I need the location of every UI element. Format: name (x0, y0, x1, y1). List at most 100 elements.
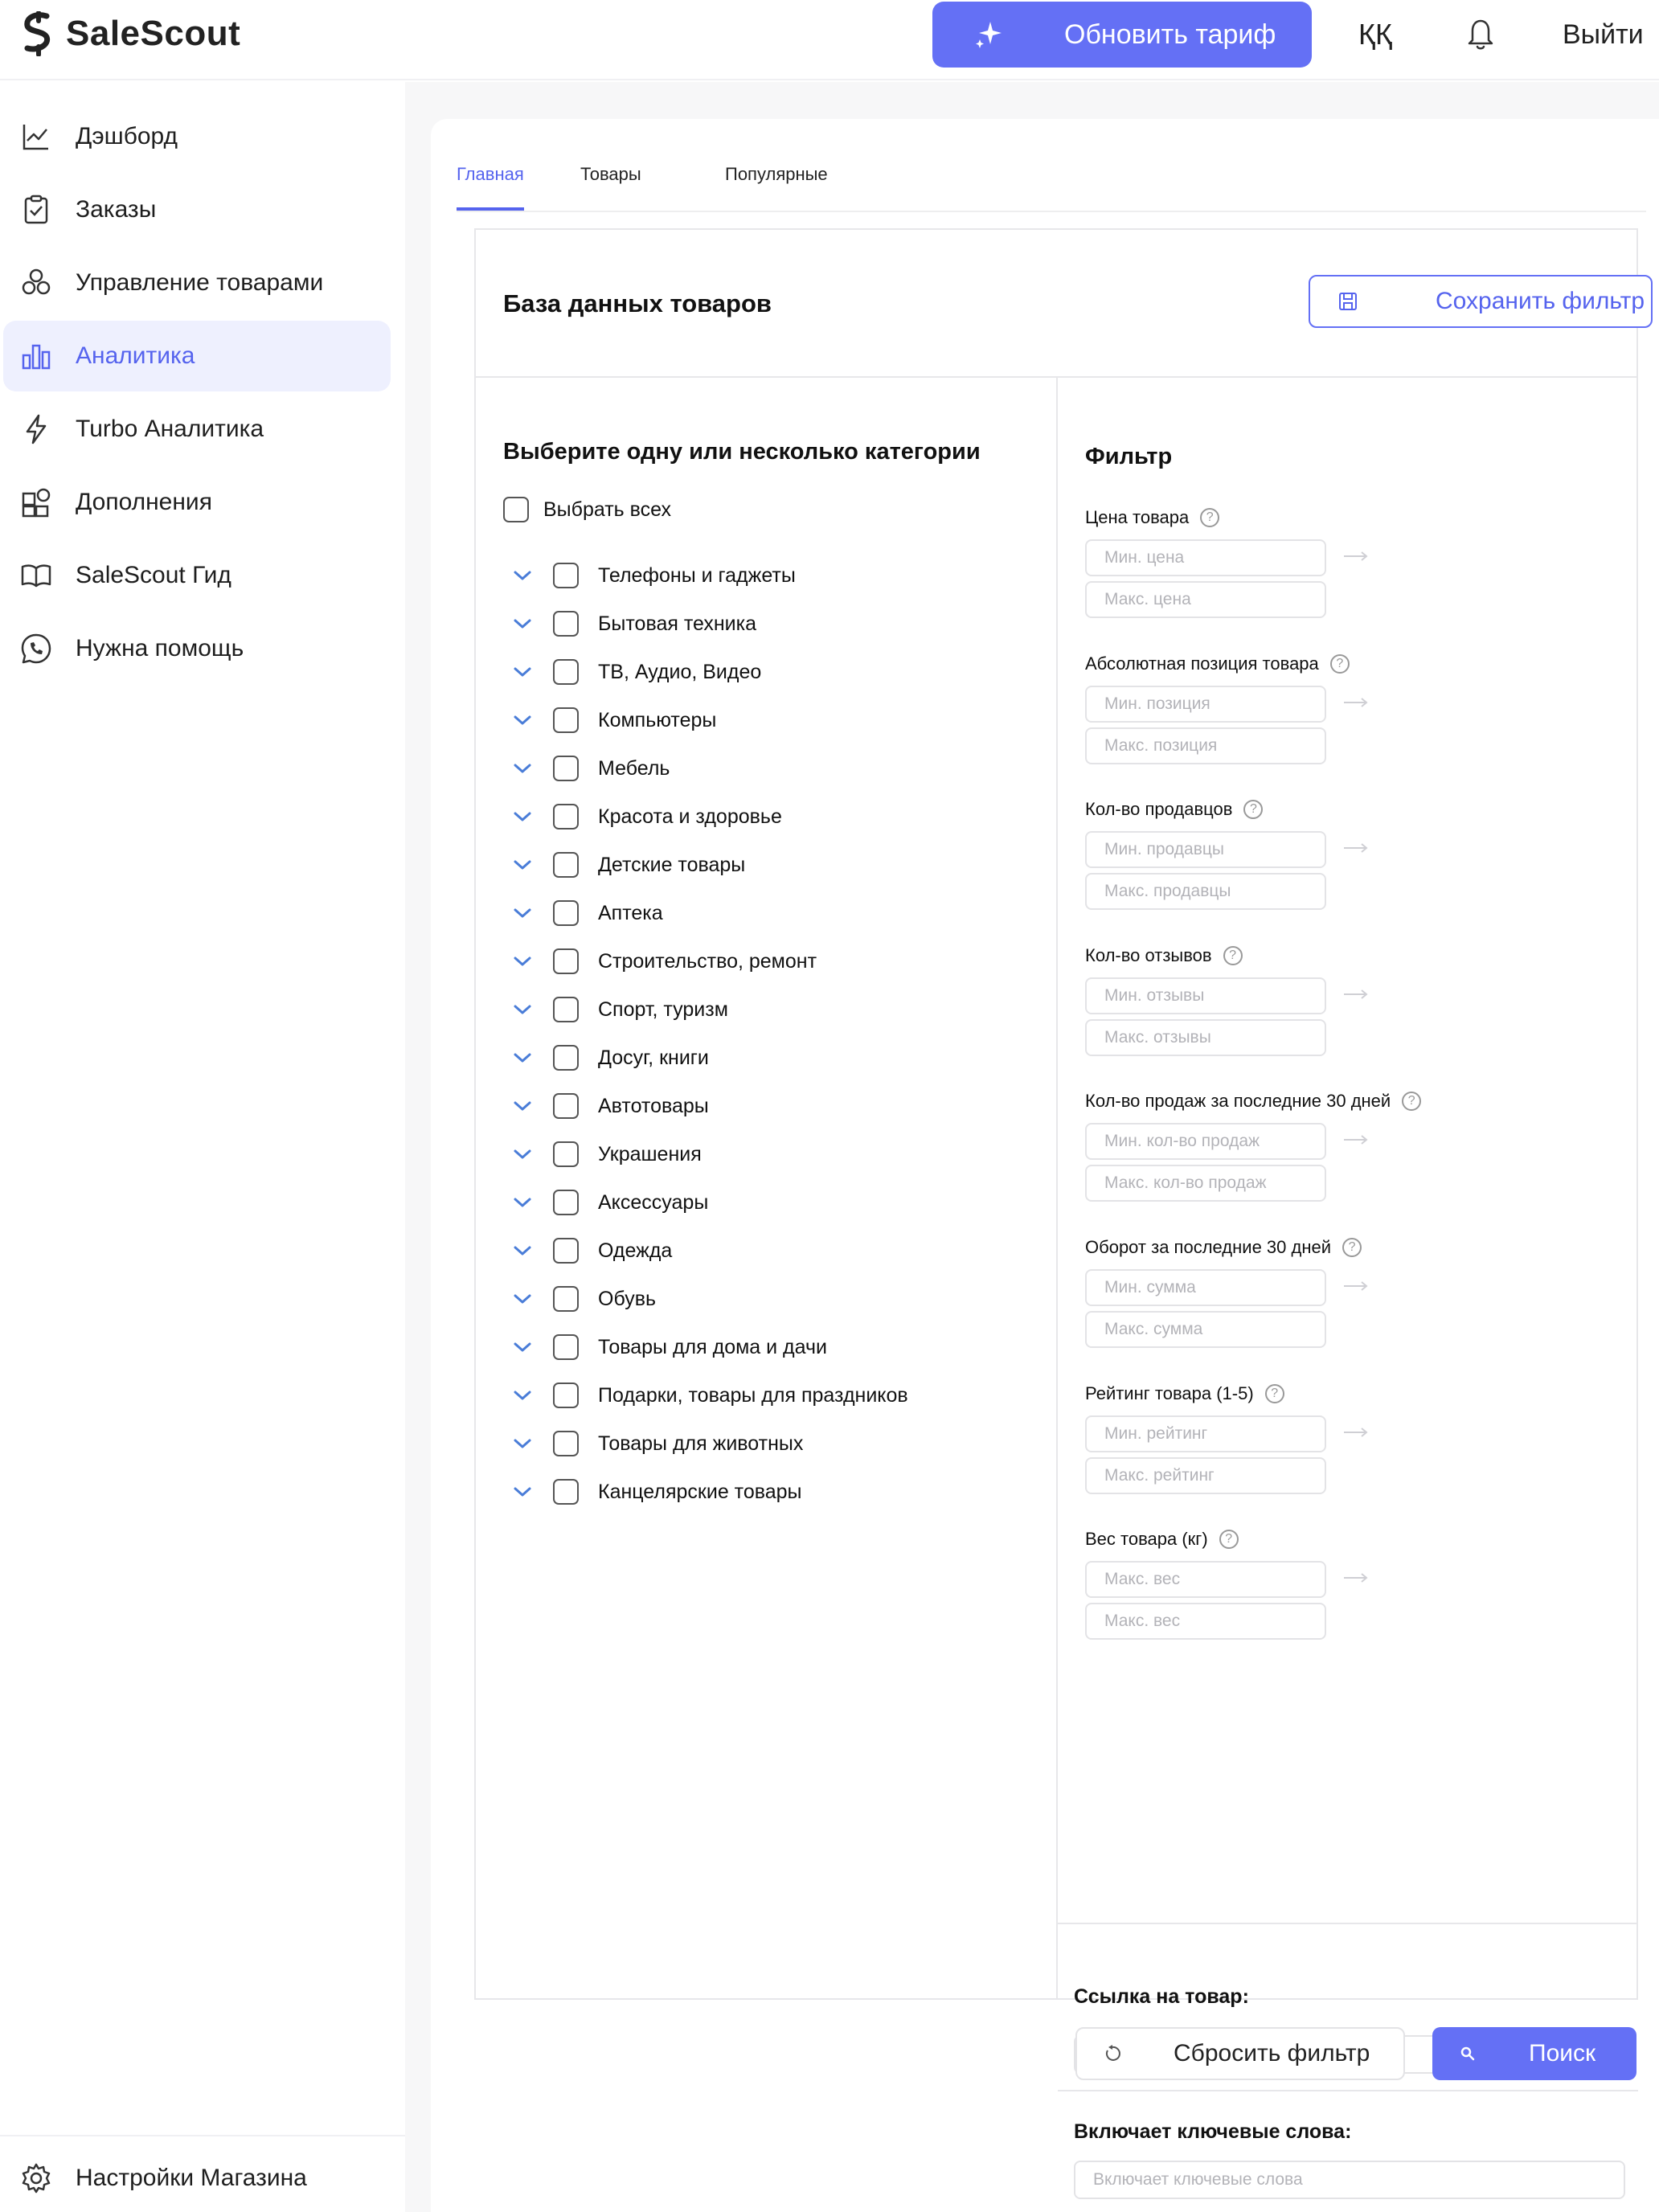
sidebar-item-addons[interactable]: Дополнения (3, 467, 391, 538)
category-item[interactable]: Досуг, книги (513, 1034, 908, 1082)
chevron-down-icon[interactable] (513, 1437, 532, 1450)
chevron-down-icon[interactable] (513, 1389, 532, 1402)
chevron-down-icon[interactable] (513, 714, 532, 727)
chevron-down-icon[interactable] (513, 1148, 532, 1161)
filter-min-input[interactable] (1085, 1561, 1326, 1599)
checkbox[interactable] (553, 756, 579, 781)
checkbox[interactable] (553, 1190, 579, 1215)
filter-max-input[interactable] (1085, 873, 1326, 911)
help-icon[interactable]: ? (1219, 1530, 1239, 1550)
chevron-down-icon[interactable] (513, 1485, 532, 1498)
filter-min-input[interactable] (1085, 1269, 1326, 1306)
help-icon[interactable]: ? (1264, 1383, 1284, 1403)
category-item[interactable]: Аптека (513, 889, 908, 937)
category-item[interactable]: Красота и здоровье (513, 793, 908, 841)
checkbox[interactable] (553, 997, 579, 1022)
category-item[interactable]: Товары для дома и дачи (513, 1323, 908, 1371)
app-logo[interactable]: SaleScout (19, 10, 240, 58)
filter-min-input[interactable] (1085, 685, 1326, 723)
sidebar-item-analytics[interactable]: Аналитика (3, 321, 391, 391)
checkbox[interactable] (553, 1382, 579, 1408)
bell-icon[interactable] (1464, 16, 1497, 51)
help-icon[interactable]: ? (1200, 508, 1220, 527)
chevron-down-icon[interactable] (513, 1292, 532, 1305)
sidebar-item-dashboard[interactable]: Дэшборд (3, 101, 391, 172)
filter-max-input[interactable] (1085, 1165, 1326, 1202)
checkbox[interactable] (503, 497, 529, 522)
chevron-down-icon[interactable] (513, 955, 532, 968)
chevron-down-icon[interactable] (513, 858, 532, 871)
chevron-down-icon[interactable] (513, 762, 532, 775)
reset-filter-button[interactable]: Сбросить фильтр (1075, 2027, 1405, 2080)
sidebar-item-product-management[interactable]: Управление товарами (3, 248, 391, 318)
checkbox[interactable] (553, 611, 579, 637)
help-icon[interactable]: ? (1402, 1092, 1422, 1112)
tab-main[interactable]: Главная (457, 164, 524, 211)
sidebar-item-turbo-analytics[interactable]: Turbo Аналитика (3, 394, 391, 465)
checkbox[interactable] (553, 1479, 579, 1505)
checkbox[interactable] (553, 1045, 579, 1071)
filter-max-input[interactable] (1085, 1018, 1326, 1056)
filter-max-input[interactable] (1085, 1311, 1326, 1348)
chevron-down-icon[interactable] (513, 1003, 532, 1016)
category-item[interactable]: Телефоны и гаджеты (513, 551, 908, 600)
chevron-down-icon[interactable] (513, 569, 532, 582)
filter-max-input[interactable] (1085, 1456, 1326, 1494)
chevron-down-icon[interactable] (513, 810, 532, 823)
category-item[interactable]: Строительство, ремонт (513, 937, 908, 985)
category-item[interactable]: Спорт, туризм (513, 985, 908, 1034)
checkbox[interactable] (553, 1334, 579, 1360)
checkbox[interactable] (553, 948, 579, 974)
filter-max-input[interactable] (1085, 727, 1326, 764)
help-icon[interactable]: ? (1329, 653, 1350, 674)
filter-min-input[interactable] (1085, 1123, 1326, 1161)
sidebar-item-help[interactable]: Нужна помощь (3, 613, 391, 684)
category-item[interactable]: Одежда (513, 1227, 908, 1275)
sidebar-item-guide[interactable]: SaleScout Гид (3, 540, 391, 611)
keywords-input[interactable] (1074, 2161, 1625, 2199)
category-item[interactable]: Мебель (513, 744, 908, 793)
logout-button[interactable]: Выйти (1563, 19, 1644, 51)
sidebar-item-orders[interactable]: Заказы (3, 174, 391, 245)
checkbox[interactable] (553, 563, 579, 588)
category-item[interactable]: Товары для животных (513, 1419, 908, 1468)
chevron-down-icon[interactable] (513, 1196, 532, 1209)
category-item[interactable]: Украшения (513, 1130, 908, 1178)
category-item[interactable]: Обувь (513, 1275, 908, 1323)
checkbox[interactable] (553, 659, 579, 685)
filter-max-input[interactable] (1085, 581, 1326, 618)
chevron-down-icon[interactable] (513, 1244, 532, 1257)
category-item[interactable]: Подарки, товары для праздников (513, 1371, 908, 1419)
checkbox[interactable] (553, 1141, 579, 1167)
sidebar-item-store-settings[interactable]: Настройки Магазина (3, 2143, 391, 2212)
help-icon[interactable]: ? (1342, 1238, 1362, 1257)
checkbox[interactable] (553, 1431, 579, 1456)
checkbox[interactable] (553, 1238, 579, 1264)
chevron-down-icon[interactable] (513, 1100, 532, 1112)
help-icon[interactable]: ? (1223, 945, 1243, 965)
category-item[interactable]: Бытовая техника (513, 600, 908, 648)
tab-products[interactable]: Товары (580, 164, 641, 211)
chevron-down-icon[interactable] (513, 1051, 532, 1064)
checkbox[interactable] (553, 852, 579, 878)
filter-min-input[interactable] (1085, 831, 1326, 869)
filter-max-input[interactable] (1085, 1603, 1326, 1641)
select-all-checkbox[interactable]: Выбрать всех (503, 497, 671, 522)
category-item[interactable]: Канцелярские товары (513, 1468, 908, 1516)
filter-min-input[interactable] (1085, 977, 1326, 1014)
save-filter-button[interactable]: Сохранить фильтр (1309, 275, 1653, 328)
search-button[interactable]: Поиск (1432, 2027, 1636, 2080)
category-item[interactable]: Автотовары (513, 1082, 908, 1130)
checkbox[interactable] (553, 900, 579, 926)
checkbox[interactable] (553, 804, 579, 830)
language-switch-button[interactable]: ҚҚ (1358, 18, 1392, 51)
checkbox[interactable] (553, 707, 579, 733)
category-item[interactable]: Аксессуары (513, 1178, 908, 1227)
checkbox[interactable] (553, 1093, 579, 1119)
category-item[interactable]: Компьютеры (513, 696, 908, 744)
filter-min-input[interactable] (1085, 539, 1326, 576)
tab-popular[interactable]: Популярные (725, 164, 828, 211)
help-icon[interactable]: ? (1243, 800, 1264, 820)
chevron-down-icon[interactable] (513, 907, 532, 920)
upgrade-plan-button[interactable]: Обновить тариф (932, 2, 1312, 68)
